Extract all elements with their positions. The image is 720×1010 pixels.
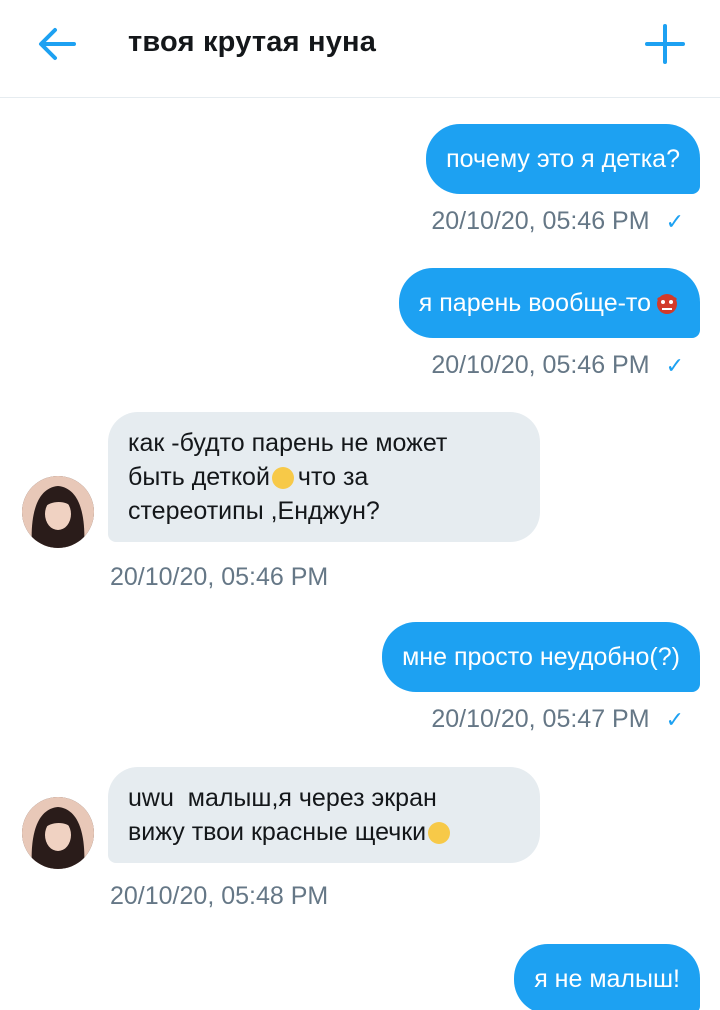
avatar-image xyxy=(22,797,94,869)
plus-icon xyxy=(645,24,685,64)
timestamp-text: 20/10/20, 05:46 PM xyxy=(431,207,650,235)
incoming-message-bubble[interactable]: uwu малыш,я через экран вижу твои красны… xyxy=(108,767,540,863)
conversation-title: твоя крутая нуна xyxy=(128,26,377,58)
message-timestamp: 20/10/20, 05:46 PM xyxy=(110,563,328,592)
avatar[interactable] xyxy=(22,476,94,548)
message-line: что за xyxy=(297,463,369,491)
outgoing-message-bubble[interactable]: я парень вообще-то xyxy=(398,268,700,338)
message-text: почему это я детка? xyxy=(446,145,680,173)
message-timestamp: 20/10/20, 05:47 PM ✓ xyxy=(431,705,684,734)
timestamp-text: 20/10/20, 05:47 PM xyxy=(431,705,650,733)
goblin-emoji xyxy=(656,294,678,314)
message-text: я не малыш! xyxy=(534,965,680,993)
checkmark-icon: ✓ xyxy=(665,353,684,378)
message-text: мне просто неудобно(?) xyxy=(402,643,680,671)
message-line: как -будто парень не может xyxy=(128,429,448,457)
outgoing-message-bubble[interactable]: мне просто неудобно(?) xyxy=(382,622,700,692)
message-line: стереотипы ,Енджун? xyxy=(128,497,380,525)
message-timestamp: 20/10/20, 05:48 PM xyxy=(110,882,328,911)
outgoing-message-bubble[interactable]: почему это я детка? xyxy=(426,124,700,194)
arrow-left-icon xyxy=(39,28,76,60)
timestamp-text: 20/10/20, 05:46 PM xyxy=(110,563,329,591)
incoming-message-bubble[interactable]: как -будто парень не может быть деткой чт… xyxy=(108,412,540,542)
message-timestamp: 20/10/20, 05:46 PM ✓ xyxy=(431,351,684,380)
avatar[interactable] xyxy=(22,797,94,869)
checkmark-icon: ✓ xyxy=(665,707,684,732)
back-button[interactable] xyxy=(34,24,80,64)
message-line: uwu малыш,я через экран xyxy=(128,784,437,812)
checkmark-icon: ✓ xyxy=(665,209,684,234)
outgoing-message-bubble[interactable]: я не малыш! xyxy=(514,944,700,1010)
message-timestamp: 20/10/20, 05:46 PM ✓ xyxy=(431,207,684,236)
add-button[interactable] xyxy=(643,22,687,66)
avatar-image xyxy=(22,476,94,548)
message-text: я парень вообще-то xyxy=(418,289,651,317)
message-line: вижу твои красные щечки xyxy=(128,818,427,846)
eye-roll-emoji xyxy=(271,467,294,490)
conversation-header: твоя крутая нуна xyxy=(0,0,720,98)
timestamp-text: 20/10/20, 05:46 PM xyxy=(431,351,650,379)
message-line: быть деткой xyxy=(128,463,270,491)
timestamp-text: 20/10/20, 05:48 PM xyxy=(110,882,329,910)
kissing-emoji xyxy=(428,822,451,845)
